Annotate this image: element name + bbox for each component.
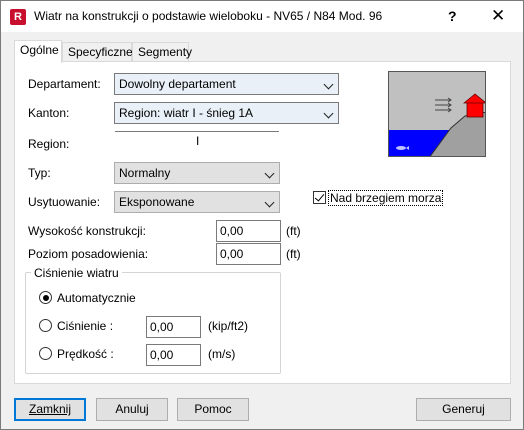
- kanton-select[interactable]: Region: wiatr I - śnieg 1A: [114, 102, 339, 124]
- wysokosc-label: Wysokość konstrukcji:: [28, 224, 146, 238]
- region-label: Region:: [28, 137, 70, 151]
- tab-specyficzne[interactable]: Specyficzne: [62, 42, 133, 61]
- chevron-down-icon: [264, 168, 275, 179]
- auto-radio[interactable]: [39, 291, 52, 304]
- cisnienie-radio[interactable]: [39, 319, 52, 332]
- pressure-group-title: Ciśnienie wiatru: [31, 266, 122, 280]
- cisnienie-input[interactable]: 0,00: [146, 316, 201, 338]
- nad-brzegiem-checkbox[interactable]: [313, 191, 326, 204]
- usytuowanie-label: Usytuowanie:: [28, 195, 101, 209]
- cisnienie-unit: (kip/ft2): [208, 319, 249, 333]
- poziom-label: Poziom posadowienia:: [28, 247, 149, 261]
- help-button[interactable]: Pomoc: [177, 398, 249, 421]
- cancel-button[interactable]: Anuluj: [96, 398, 168, 421]
- predkosc-radio[interactable]: [39, 347, 52, 360]
- window-title: Wiatr na konstrukcji o podstawie wielobo…: [34, 9, 383, 23]
- usytuowanie-value: Eksponowane: [119, 195, 195, 209]
- predkosc-label[interactable]: Prędkość :: [57, 347, 114, 361]
- departament-label: Departament:: [28, 77, 101, 91]
- generate-button[interactable]: Generuj: [416, 398, 511, 421]
- typ-select[interactable]: Normalny: [114, 162, 280, 184]
- seaside-diagram: [388, 71, 486, 157]
- chevron-down-icon: [323, 108, 334, 119]
- departament-value: Dowolny departament: [119, 77, 236, 91]
- wind-arrows-icon: [435, 97, 452, 113]
- typ-value: Normalny: [119, 166, 171, 180]
- region-value: I: [196, 134, 200, 148]
- wysokosc-input[interactable]: 0,00: [216, 220, 281, 242]
- dialog-window: R Wiatr na konstrukcji o podstawie wielo…: [0, 0, 524, 430]
- title-bar: R Wiatr na konstrukcji o podstawie wielo…: [1, 1, 523, 32]
- region-field: I: [115, 131, 279, 155]
- usytuowanie-select[interactable]: Eksponowane: [114, 191, 280, 213]
- predkosc-input[interactable]: 0,00: [146, 344, 201, 366]
- poziom-input[interactable]: 0,00: [216, 243, 281, 265]
- close-title-button[interactable]: ✕: [491, 6, 505, 26]
- kanton-value: Region: wiatr I - śnieg 1A: [119, 106, 254, 120]
- tab-segmenty[interactable]: Segmenty: [132, 42, 192, 61]
- predkosc-unit: (m/s): [208, 347, 236, 361]
- nad-brzegiem-label[interactable]: Nad brzegiem morza: [328, 190, 444, 206]
- kanton-label: Kanton:: [28, 106, 70, 120]
- wysokosc-unit: (ft): [286, 224, 301, 238]
- app-logo-icon: R: [10, 9, 26, 25]
- typ-label: Typ:: [28, 166, 51, 180]
- departament-select[interactable]: Dowolny departament: [114, 73, 339, 95]
- chevron-down-icon: [323, 79, 334, 90]
- close-button[interactable]: Zamknij: [14, 398, 86, 421]
- poziom-unit: (ft): [286, 247, 301, 261]
- help-title-button[interactable]: ?: [448, 8, 457, 24]
- tab-ogolne[interactable]: Ogólne: [14, 40, 62, 63]
- chevron-down-icon: [264, 197, 275, 208]
- cisnienie-label[interactable]: Ciśnienie :: [57, 319, 113, 333]
- auto-label[interactable]: Automatycznie: [57, 291, 136, 305]
